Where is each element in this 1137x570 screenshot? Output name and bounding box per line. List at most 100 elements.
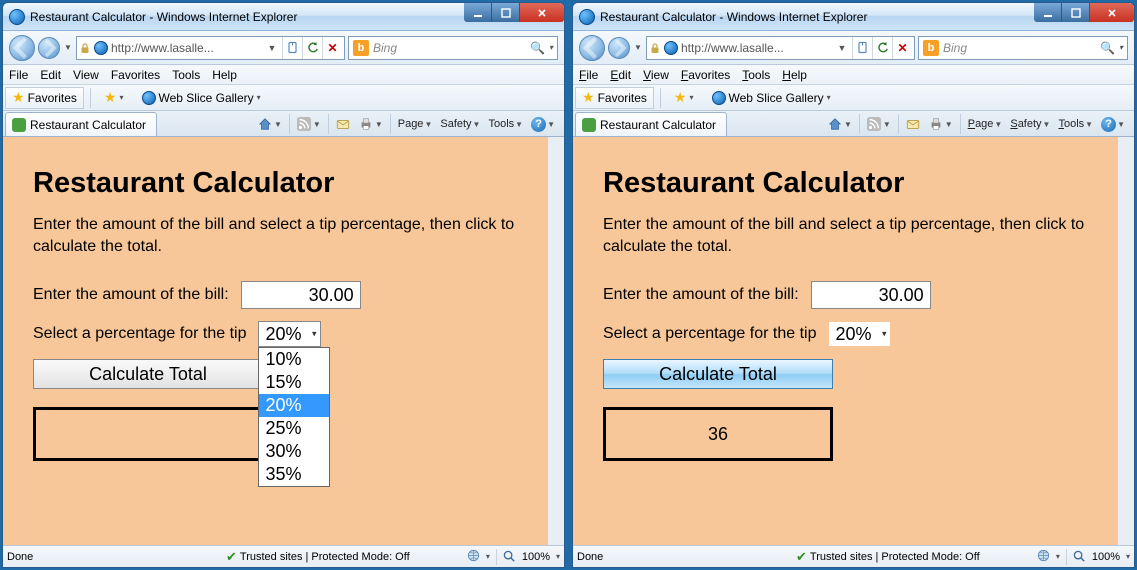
refresh-button[interactable]: [872, 37, 892, 59]
maximize-button[interactable]: [492, 3, 520, 22]
minimize-button[interactable]: [1034, 3, 1062, 22]
bill-input[interactable]: [241, 281, 361, 309]
nav-history-dropdown[interactable]: ▼: [633, 35, 643, 61]
menu-tools[interactable]: Tools: [172, 68, 200, 82]
tip-option[interactable]: 10%: [259, 348, 329, 371]
zoom-level[interactable]: 100%: [1092, 551, 1120, 563]
webslice-link[interactable]: Web Slice Gallery ▾: [135, 87, 268, 109]
home-button[interactable]: ▼: [255, 113, 285, 135]
print-icon: [359, 117, 374, 132]
page-icon: [142, 91, 156, 105]
back-button[interactable]: [579, 35, 605, 61]
status-done: Done: [7, 551, 77, 563]
back-button[interactable]: [9, 35, 35, 61]
window-title: Restaurant Calculator - Windows Internet…: [600, 10, 867, 24]
menu-edit[interactable]: Edit: [40, 68, 61, 82]
safety-menu[interactable]: Safety ▼: [437, 113, 483, 135]
menu-view[interactable]: View: [643, 68, 669, 82]
compat-button[interactable]: [852, 37, 872, 59]
webslice-link[interactable]: Web Slice Gallery ▾: [705, 87, 838, 109]
status-done: Done: [577, 551, 647, 563]
maximize-button[interactable]: [1062, 3, 1090, 22]
tab-restaurant-calculator[interactable]: Restaurant Calculator: [5, 112, 157, 136]
search-icon[interactable]: 🔍: [530, 41, 545, 55]
add-fav-button[interactable]: ★▾: [667, 87, 701, 109]
zoom-level[interactable]: 100%: [522, 551, 550, 563]
menu-help[interactable]: Help: [782, 68, 807, 82]
zoom-icon[interactable]: [503, 550, 516, 563]
mail-button[interactable]: [903, 113, 924, 135]
feeds-button[interactable]: ▼: [864, 113, 894, 135]
menu-bar: File Edit View Favorites Tools Help: [3, 65, 564, 85]
favorites-button[interactable]: ★Favorites: [5, 87, 84, 109]
menu-favorites[interactable]: Favorites: [681, 68, 730, 82]
menu-file[interactable]: File: [9, 68, 28, 82]
search-box[interactable]: b Bing 🔍▾: [918, 36, 1128, 60]
webslice-label: Web Slice Gallery: [729, 91, 824, 105]
slice-icon: [582, 118, 596, 132]
add-fav-button[interactable]: ★▾: [97, 87, 131, 109]
close-button[interactable]: [1090, 3, 1134, 22]
forward-button[interactable]: [38, 37, 60, 59]
stop-button[interactable]: ✕: [322, 37, 342, 59]
search-box[interactable]: b Bing 🔍▾: [348, 36, 558, 60]
address-dropdown[interactable]: ▼: [835, 43, 849, 53]
page-menu[interactable]: Page ▼: [965, 113, 1006, 135]
tip-option[interactable]: 15%: [259, 371, 329, 394]
help-button[interactable]: ?▼: [528, 113, 558, 135]
globe-icon[interactable]: [1037, 549, 1050, 565]
ie-icon: [9, 9, 25, 25]
tab-restaurant-calculator[interactable]: Restaurant Calculator: [575, 112, 727, 136]
search-icon[interactable]: 🔍: [1100, 41, 1115, 55]
menu-help[interactable]: Help: [212, 68, 237, 82]
minimize-button[interactable]: [464, 3, 492, 22]
favorites-button[interactable]: ★Favorites: [575, 87, 654, 109]
nav-history-dropdown[interactable]: ▼: [63, 35, 73, 61]
menu-file[interactable]: File: [579, 68, 598, 82]
favorites-label: Favorites: [598, 91, 647, 105]
mail-button[interactable]: [333, 113, 354, 135]
bill-input[interactable]: [811, 281, 931, 309]
compat-button[interactable]: [282, 37, 302, 59]
help-button[interactable]: ?▼: [1098, 113, 1128, 135]
address-bar[interactable]: http://www.lasalle... ▼ ✕: [76, 36, 345, 60]
home-button[interactable]: ▼: [825, 113, 855, 135]
tools-menu[interactable]: Tools ▼: [485, 113, 526, 135]
safety-menu[interactable]: Safety ▼: [1007, 113, 1053, 135]
page-menu[interactable]: Page ▼: [395, 113, 436, 135]
titlebar: Restaurant Calculator - Windows Internet…: [3, 3, 564, 31]
print-button[interactable]: ▼: [926, 113, 956, 135]
address-dropdown[interactable]: ▼: [265, 43, 279, 53]
menu-favorites[interactable]: Favorites: [111, 68, 160, 82]
zoom-icon[interactable]: [1073, 550, 1086, 563]
feeds-button[interactable]: ▼: [294, 113, 324, 135]
tip-select[interactable]: 20%▾: [258, 321, 320, 347]
tip-label: Select a percentage for the tip: [33, 325, 246, 343]
tip-option[interactable]: 25%: [259, 417, 329, 440]
tip-option[interactable]: 35%: [259, 463, 329, 486]
globe-icon[interactable]: [467, 549, 480, 565]
tools-menu[interactable]: Tools ▼: [1055, 113, 1096, 135]
tab-label: Restaurant Calculator: [30, 118, 146, 132]
calculate-button[interactable]: Calculate Total: [33, 359, 263, 389]
tip-option[interactable]: 30%: [259, 440, 329, 463]
shield-icon: ✔: [226, 549, 237, 565]
stop-button[interactable]: ✕: [892, 37, 912, 59]
menu-tools[interactable]: Tools: [742, 68, 770, 82]
tip-option[interactable]: 20%: [259, 394, 329, 417]
url-text: http://www.lasalle...: [111, 41, 262, 55]
forward-button[interactable]: [608, 37, 630, 59]
menu-bar: File Edit View Favorites Tools Help: [573, 65, 1134, 85]
menu-edit[interactable]: Edit: [610, 68, 631, 82]
tip-select[interactable]: 20%▾: [828, 321, 890, 347]
favorites-bar: ★Favorites ★▾ Web Slice Gallery ▾: [573, 85, 1134, 111]
home-icon: [828, 117, 843, 132]
print-button[interactable]: ▼: [356, 113, 386, 135]
close-button[interactable]: [520, 3, 564, 22]
window-title: Restaurant Calculator - Windows Internet…: [30, 10, 297, 24]
address-bar[interactable]: http://www.lasalle... ▼ ✕: [646, 36, 915, 60]
menu-view[interactable]: View: [73, 68, 99, 82]
favorites-label: Favorites: [28, 91, 77, 105]
calculate-button[interactable]: Calculate Total: [603, 359, 833, 389]
refresh-button[interactable]: [302, 37, 322, 59]
